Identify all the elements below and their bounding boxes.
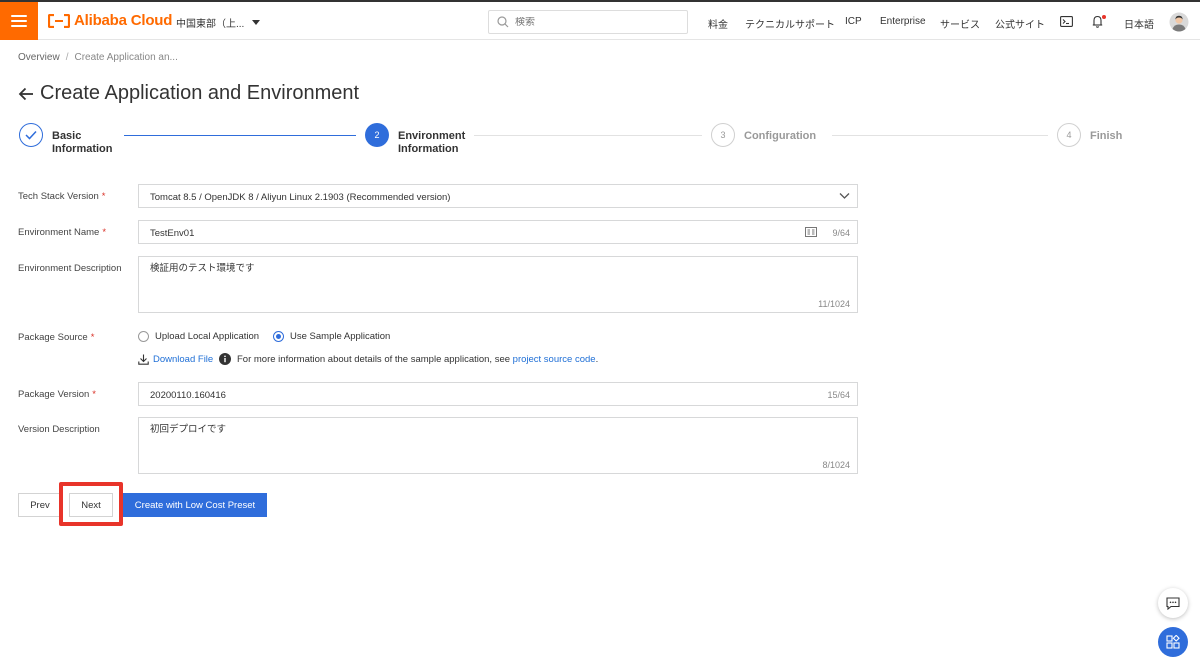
- step-connector-3: [832, 135, 1048, 136]
- apps-grid-icon: [1166, 635, 1180, 649]
- sample-info-message: For more information about details of th…: [237, 354, 511, 365]
- language-selector[interactable]: 日本語: [1124, 16, 1154, 31]
- version-desc-counter: 8/1024: [822, 460, 850, 470]
- sample-info-period: .: [595, 354, 599, 365]
- page-title: Create Application and Environment: [40, 82, 360, 104]
- required-asterisk: *: [90, 332, 95, 343]
- back-arrow-icon[interactable]: [18, 87, 34, 101]
- env-name-value: TestEnv01: [150, 228, 195, 239]
- nav-icp[interactable]: ICP: [845, 16, 862, 27]
- terminal-icon[interactable]: [1060, 16, 1073, 27]
- step-connector-2: [474, 135, 702, 136]
- step-2-circle: 2: [365, 123, 389, 147]
- package-version-label-text: Package Version: [18, 389, 90, 400]
- create-low-cost-preset-button[interactable]: Create with Low Cost Preset: [123, 493, 267, 517]
- breadcrumb-separator: /: [65, 52, 69, 63]
- package-source-label-text: Package Source: [18, 332, 88, 343]
- next-button-highlight: [59, 482, 123, 526]
- search-input[interactable]: [515, 16, 675, 28]
- logo-text: Alibaba Cloud: [74, 12, 173, 29]
- package-version-input[interactable]: 20200110.160416 15/64: [138, 382, 858, 406]
- version-desc-label: Version Description: [18, 424, 100, 435]
- required-asterisk: *: [102, 227, 107, 238]
- breadcrumb: Overview / Create Application an...: [18, 52, 178, 63]
- sample-info-text: For more information about details of th…: [237, 354, 598, 365]
- step-1-label-line1: Basic: [52, 130, 82, 142]
- env-desc-value: 検証用のテスト環境です: [150, 263, 255, 274]
- required-asterisk: *: [92, 389, 96, 400]
- radio-upload-local-label[interactable]: Upload Local Application: [155, 331, 259, 342]
- env-name-counter: 9/64: [832, 228, 850, 238]
- nav-support[interactable]: テクニカルサポート: [745, 16, 835, 31]
- notification-bell-icon[interactable]: [1091, 14, 1107, 29]
- package-version-label: Package Version *: [18, 389, 96, 400]
- env-name-label: Environment Name *: [18, 227, 106, 238]
- tech-stack-value: Tomcat 8.5 / OpenJDK 8 / Aliyun Linux 2.…: [150, 192, 451, 203]
- required-asterisk: *: [101, 191, 106, 202]
- step-1-circle: [19, 123, 43, 147]
- tech-stack-select[interactable]: Tomcat 8.5 / OpenJDK 8 / Aliyun Linux 2.…: [138, 184, 858, 208]
- package-source-label: Package Source *: [18, 332, 94, 343]
- download-file-link[interactable]: Download File: [153, 354, 213, 365]
- info-icon[interactable]: [219, 353, 231, 365]
- search-icon: [497, 16, 509, 28]
- check-icon: [25, 130, 37, 140]
- download-icon[interactable]: [138, 354, 149, 365]
- radio-use-sample-label[interactable]: Use Sample Application: [290, 331, 390, 342]
- page-header: Create Application and Environment: [18, 82, 359, 105]
- step-2-label: Environment Information: [398, 130, 465, 156]
- apps-button[interactable]: [1158, 627, 1188, 657]
- radio-upload-local[interactable]: [138, 331, 149, 342]
- step-2-label-line1: Environment: [398, 130, 466, 142]
- env-name-input[interactable]: TestEnv01 9/64: [138, 220, 858, 244]
- radio-use-sample[interactable]: [273, 331, 284, 342]
- tech-stack-label: Tech Stack Version *: [18, 191, 106, 202]
- step-1-label: Basic Information: [52, 130, 113, 156]
- step-3-label: Configuration: [744, 130, 817, 142]
- version-desc-value: 初回デプロイです: [150, 424, 227, 435]
- chevron-down-icon: [839, 193, 850, 199]
- step-2-label-line2: Information: [398, 143, 459, 155]
- project-source-code-link[interactable]: project source code: [513, 354, 596, 365]
- user-avatar[interactable]: [1169, 12, 1189, 32]
- env-desc-counter: 11/1024: [818, 299, 850, 309]
- feedback-chat-button[interactable]: [1158, 588, 1188, 618]
- alibaba-cloud-logo[interactable]: Alibaba Cloud: [48, 12, 172, 29]
- step-4-label: Finish: [1090, 130, 1123, 142]
- chat-icon: [1166, 596, 1180, 610]
- version-desc-textarea[interactable]: 初回デプロイです 8/1024: [138, 417, 858, 474]
- package-version-value: 20200110.160416: [150, 390, 226, 401]
- breadcrumb-overview[interactable]: Overview: [18, 52, 60, 63]
- package-version-counter: 15/64: [827, 390, 850, 400]
- env-desc-label: Environment Description: [18, 263, 122, 274]
- nav-enterprise[interactable]: Enterprise: [880, 16, 926, 27]
- step-1-label-line2: Information: [52, 143, 113, 155]
- breadcrumb-current: Create Application an...: [74, 52, 178, 63]
- tech-stack-label-text: Tech Stack Version: [18, 191, 99, 202]
- hamburger-menu-icon[interactable]: [0, 2, 38, 40]
- region-selector[interactable]: 中国東部（上...: [176, 15, 261, 30]
- nav-official-site[interactable]: 公式サイト: [995, 16, 1045, 31]
- step-connector-1: [124, 135, 356, 136]
- search-box[interactable]: [488, 10, 688, 34]
- step-4-circle: 4: [1057, 123, 1081, 147]
- step-3-circle: 3: [711, 123, 735, 147]
- alibaba-logo-icon: [48, 13, 70, 28]
- prev-button[interactable]: Prev: [18, 493, 62, 517]
- nav-services[interactable]: サービス: [940, 16, 980, 31]
- env-desc-textarea[interactable]: 検証用のテスト環境です 11/1024: [138, 256, 858, 313]
- caret-down-icon: [252, 20, 261, 25]
- top-bar: Alibaba Cloud 中国東部（上... 料金 テクニカルサポート ICP…: [0, 0, 1200, 40]
- nav-pricing[interactable]: 料金: [708, 16, 728, 31]
- region-label: 中国東部（上...: [176, 19, 245, 30]
- env-name-label-text: Environment Name: [18, 227, 100, 238]
- id-card-icon[interactable]: [805, 227, 817, 237]
